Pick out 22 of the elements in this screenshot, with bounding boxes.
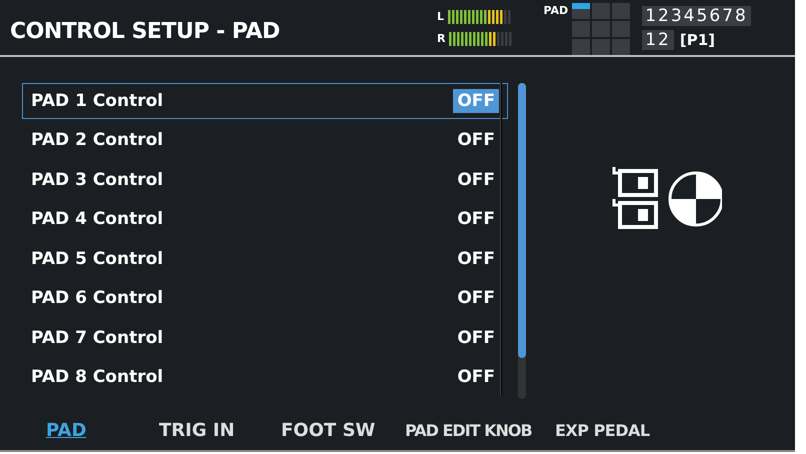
tab[interactable]: EXP PEDAL bbox=[555, 420, 650, 440]
parameter-row[interactable]: PAD 6 Control OFF bbox=[22, 280, 508, 316]
pad-numbers: 1 2 3 4 5 6 7 8 bbox=[642, 6, 751, 26]
parameter-row[interactable]: PAD 5 Control OFF bbox=[22, 241, 508, 276]
tab[interactable]: TRIG IN bbox=[159, 420, 281, 440]
tab[interactable]: PAD bbox=[46, 420, 159, 440]
tab[interactable]: FOOT SW bbox=[281, 420, 405, 440]
tab[interactable]: PAD EDIT KNOB bbox=[405, 420, 555, 440]
meter-label: L bbox=[437, 10, 444, 23]
bank-numbers: 1 2 bbox=[642, 30, 674, 50]
parameter-row[interactable]: PAD 8 Control OFF bbox=[22, 360, 508, 395]
meter-label: R bbox=[437, 32, 446, 45]
parameter-row[interactable]: PAD 3 Control OFF bbox=[22, 162, 508, 198]
scrollbar[interactable] bbox=[518, 83, 526, 399]
pad-label: PAD bbox=[543, 4, 568, 17]
page-indicator: [P1] bbox=[680, 30, 715, 48]
parameter-row[interactable]: PAD 4 Control OFF bbox=[22, 202, 508, 237]
parameter-row[interactable]: PAD 2 Control OFF bbox=[22, 122, 508, 158]
pad-grid-icon bbox=[572, 3, 632, 57]
parameter-row[interactable]: PAD 1 Control OFF bbox=[22, 83, 508, 118]
parameter-row[interactable]: PAD 7 Control OFF bbox=[22, 320, 508, 356]
screen-title: CONTROL SETUP - PAD bbox=[10, 19, 281, 44]
